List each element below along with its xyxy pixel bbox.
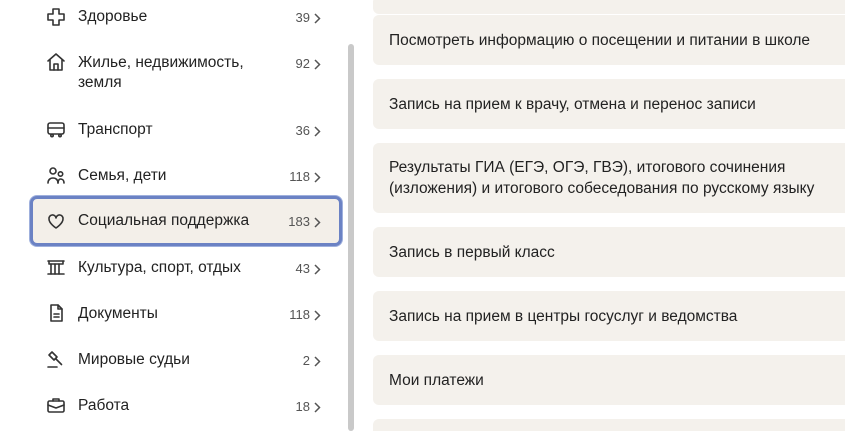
category-label: Семья, дети (78, 167, 167, 184)
service-label: Запись на прием в центры госуслуг и ведо… (389, 307, 738, 325)
service-card[interactable]: Мои платежи (373, 355, 845, 405)
chevron-right-icon (314, 54, 322, 74)
category-sidebar: Здоровье 39 Жилье, недвижимость, земля 9… (0, 0, 357, 431)
category-item-documents[interactable]: Документы 118 (30, 294, 342, 334)
briefcase-icon (45, 394, 67, 416)
category-count: 118 (289, 307, 310, 322)
health-cross-icon (45, 6, 67, 28)
chevron-right-icon (314, 167, 322, 187)
category-count: 183 (288, 214, 310, 229)
category-count: 92 (295, 56, 310, 71)
category-label: Культура, спорт, отдых (78, 259, 241, 276)
category-label: Социальная поддержка (78, 212, 250, 229)
category-item-work[interactable]: Работа 18 (30, 386, 342, 426)
category-item-family[interactable]: Семья, дети 118 (30, 156, 342, 196)
museum-icon (45, 256, 67, 278)
category-count: 43 (295, 261, 310, 276)
service-card[interactable]: Посмотреть информацию о посещении и пита… (373, 15, 845, 65)
category-label: Работа (78, 397, 130, 414)
service-label: Запись на прием к врачу, отмена и перено… (389, 95, 756, 113)
category-item-social-support[interactable]: Социальная поддержка 183 (30, 196, 342, 246)
chevron-right-icon (314, 351, 322, 371)
house-icon (45, 51, 67, 73)
chevron-right-icon (314, 212, 322, 232)
service-card[interactable] (373, 419, 845, 431)
service-label: Запись в первый класс (389, 243, 555, 261)
chevron-right-icon (314, 121, 322, 141)
service-card[interactable]: Запись на прием в центры госуслуг и ведо… (373, 291, 845, 341)
chevron-right-icon (314, 305, 322, 325)
service-card[interactable] (373, 0, 845, 14)
document-icon (45, 302, 67, 324)
category-item-housing[interactable]: Жилье, недвижимость, земля 92 (30, 44, 342, 104)
bus-icon (45, 118, 67, 140)
chevron-right-icon (314, 397, 322, 417)
service-label: Мои платежи (389, 371, 484, 389)
category-label: Документы (78, 305, 158, 322)
category-item-health[interactable]: Здоровье 39 (30, 0, 342, 38)
category-label: Здоровье (78, 8, 148, 25)
category-count: 39 (295, 10, 310, 25)
category-count: 18 (295, 399, 310, 414)
service-label: Результаты ГИА (ЕГЭ, ОГЭ, ГВЭ), итоговог… (389, 159, 815, 197)
category-label: Жилье, недвижимость, земля (78, 54, 244, 91)
category-count: 118 (289, 169, 310, 184)
service-card[interactable]: Запись на прием к врачу, отмена и перено… (373, 79, 845, 129)
category-count: 2 (302, 353, 310, 368)
heart-hand-icon (45, 210, 67, 232)
chevron-right-icon (314, 8, 322, 28)
services-list: Посмотреть информацию о посещении и пита… (357, 0, 845, 431)
service-card[interactable]: Запись в первый класс (373, 227, 845, 277)
service-label: Посмотреть информацию о посещении и пита… (389, 31, 811, 49)
family-icon (45, 164, 67, 186)
category-count: 36 (295, 123, 310, 138)
service-card[interactable]: Результаты ГИА (ЕГЭ, ОГЭ, ГВЭ), итоговог… (373, 143, 845, 213)
gavel-icon (45, 348, 67, 370)
category-item-magistrates[interactable]: Мировые судьи 2 (30, 340, 342, 380)
category-label: Мировые судьи (78, 351, 190, 368)
chevron-right-icon (314, 259, 322, 279)
category-item-culture[interactable]: Культура, спорт, отдых 43 (30, 248, 342, 288)
category-label: Транспорт (78, 121, 153, 138)
sidebar-scrollbar-thumb[interactable] (348, 44, 354, 431)
category-item-transport[interactable]: Транспорт 36 (30, 110, 342, 150)
